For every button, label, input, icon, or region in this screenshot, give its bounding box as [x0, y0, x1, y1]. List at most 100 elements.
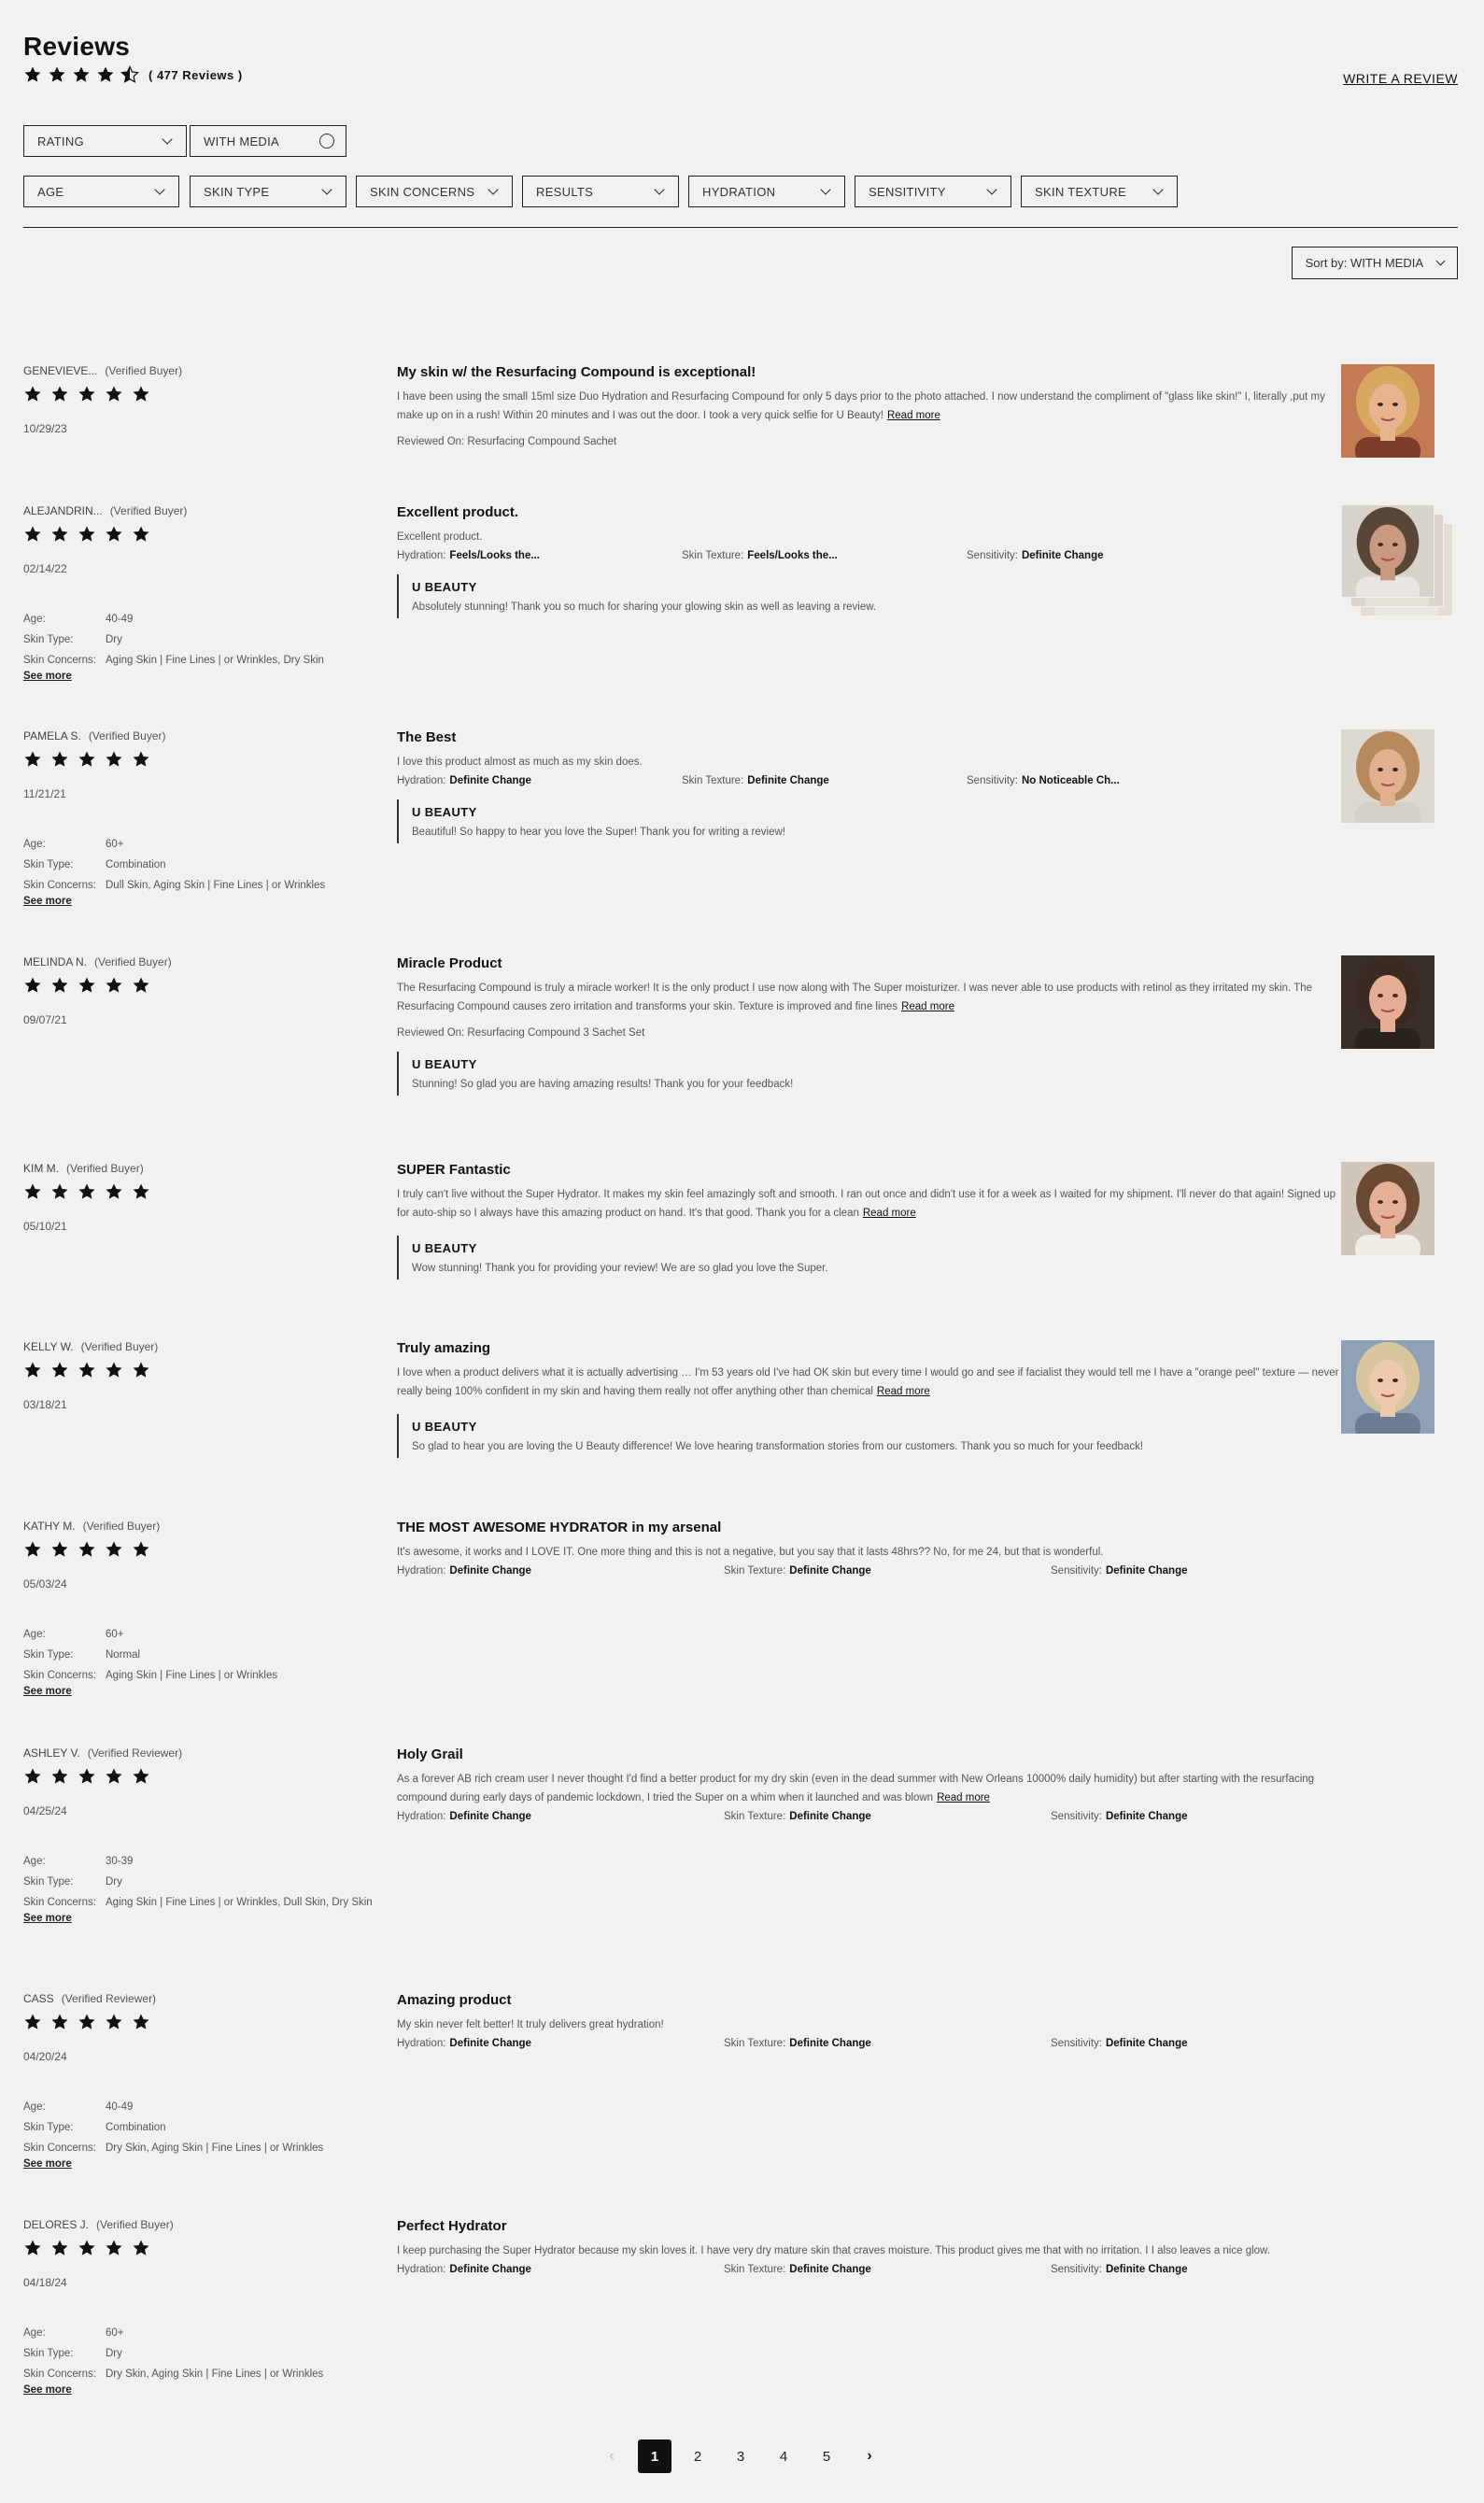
metric-label: Skin Texture:	[682, 550, 744, 561]
metric: Sensitivity: Definite Change	[1051, 1811, 1331, 1822]
filter-with-media[interactable]: WITH MEDIA	[190, 125, 346, 157]
review-body: THE MOST AWESOME HYDRATOR in my arsenal I…	[397, 1520, 1345, 1577]
review-text-content: As a forever AB rich cream user I never …	[397, 1774, 1315, 1803]
review-photo[interactable]	[1341, 1340, 1435, 1434]
review-count: ( 477 Reviews )	[148, 67, 243, 82]
read-more-link[interactable]: Read more	[877, 1386, 930, 1397]
reviewer-name-text: MELINDA N.	[23, 955, 88, 969]
write-review-link[interactable]: WRITE A REVIEW	[1343, 71, 1458, 86]
prev-page-button[interactable]: ‹	[595, 2439, 629, 2473]
review-metrics: Hydration: Definite Change Skin Texture: De…	[397, 775, 1345, 786]
metric: Skin Texture: Definite Change	[724, 2038, 1051, 2049]
review-date: 09/07/21	[23, 1013, 67, 1026]
star-icon	[132, 1182, 150, 1201]
see-more-link[interactable]: See more	[23, 2158, 376, 2170]
attribute-key: Skin Concerns:	[23, 880, 96, 891]
attribute-key: Skin Concerns:	[23, 1670, 96, 1681]
star-icon	[50, 385, 69, 403]
review-photo-stack[interactable]	[1341, 504, 1453, 616]
metric-label: Skin Texture:	[724, 1565, 786, 1577]
see-more-link[interactable]: See more	[23, 896, 376, 907]
filter-skin-type[interactable]: SKIN TYPE	[190, 176, 346, 207]
metric: Hydration: Definite Change	[397, 1811, 724, 1822]
reviewer-attributes: Age: 40-49 Skin Type: Combination Skin Conce…	[23, 2097, 376, 2170]
reviewer-name-text: ASHLEY V.	[23, 1746, 80, 1760]
read-more-link[interactable]: Read more	[937, 1792, 990, 1803]
review-stars	[23, 525, 159, 544]
chevron-down-icon	[162, 134, 173, 145]
review-date: 10/29/23	[23, 422, 67, 435]
read-more-link[interactable]: Read more	[887, 410, 940, 421]
attribute-row: Skin Type: Dry	[23, 2343, 376, 2364]
see-more-link[interactable]: See more	[23, 2384, 376, 2396]
metric-value: Definite Change	[1021, 550, 1104, 561]
attribute-value: Aging Skin | Fine Lines | or Wrinkles, D…	[106, 1897, 373, 1908]
review-title: Holy Grail	[397, 1746, 463, 1762]
review-date: 04/20/24	[23, 2050, 67, 2063]
page-3-button[interactable]: 3	[724, 2439, 757, 2473]
filter-skin-texture[interactable]: SKIN TEXTURE	[1021, 176, 1178, 207]
filter-label: RESULTS	[536, 184, 594, 199]
attribute-row: Skin Type: Dry	[23, 1872, 376, 1892]
metric-value: Definite Change	[449, 775, 531, 786]
radio-circle-icon[interactable]	[319, 134, 334, 148]
star-icon	[132, 2013, 150, 2031]
attribute-row: Age: 30-39	[23, 1851, 376, 1872]
metric-label: Skin Texture:	[724, 2038, 786, 2049]
review-text: I have been using the small 15ml size Du…	[397, 388, 1345, 425]
metric-label: Skin Texture:	[682, 775, 744, 786]
star-icon	[50, 2013, 69, 2031]
page-1-button[interactable]: 1	[638, 2439, 671, 2473]
see-more-link[interactable]: See more	[23, 1686, 376, 1697]
star-icon	[78, 1540, 96, 1559]
next-page-button[interactable]: ›	[853, 2439, 886, 2473]
rating-summary: ( 477 Reviews )	[23, 65, 243, 84]
attribute-key: Age:	[23, 614, 46, 625]
reviewer-name-text: KIM M.	[23, 1162, 59, 1175]
attribute-value: Dry	[106, 1876, 122, 1888]
star-icon	[105, 750, 123, 769]
filter-sensitivity[interactable]: SENSITIVITY	[855, 176, 1011, 207]
review-photo[interactable]	[1341, 1162, 1435, 1255]
filter-age[interactable]: AGE	[23, 176, 179, 207]
sort-dropdown[interactable]: Sort by: WITH MEDIA	[1291, 247, 1458, 279]
attribute-value: Combination	[106, 2122, 166, 2133]
star-icon	[78, 1182, 96, 1201]
read-more-link[interactable]: Read more	[901, 1001, 954, 1012]
star-icon	[105, 2239, 123, 2257]
see-more-link[interactable]: See more	[23, 671, 376, 682]
metric-value: Definite Change	[789, 2038, 871, 2049]
reviewer-attributes: Age: 40-49 Skin Type: Dry Skin Concerns: Agin…	[23, 609, 376, 682]
attribute-value: Aging Skin | Fine Lines | or Wrinkles	[106, 1670, 278, 1681]
attribute-row: Age: 60+	[23, 834, 376, 855]
see-more-link[interactable]: See more	[23, 1913, 376, 1924]
filter-skin-concerns[interactable]: SKIN CONCERNS	[356, 176, 513, 207]
review-photo[interactable]	[1341, 729, 1435, 823]
star-icon	[23, 65, 42, 84]
review-text: I love when a product delivers what it i…	[397, 1364, 1345, 1401]
review-title: Miracle Product	[397, 955, 502, 971]
page-2-button[interactable]: 2	[681, 2439, 714, 2473]
review-date: 11/21/21	[23, 787, 66, 800]
brand-response-text: Stunning! So glad you are having amazing…	[412, 1079, 794, 1090]
metric-value: Definite Change	[1105, 2038, 1188, 2049]
brand-response-text: So glad to hear you are loving the U Bea…	[412, 1441, 1144, 1452]
review-photo[interactable]	[1341, 955, 1435, 1049]
page-5-button[interactable]: 5	[810, 2439, 843, 2473]
attribute-value: Dry Skin, Aging Skin | Fine Lines | or W…	[106, 2369, 324, 2380]
verified-badge: (Verified Buyer)	[109, 504, 188, 517]
attribute-value: 40-49	[106, 2101, 134, 2113]
filter-rating[interactable]: RATING	[23, 125, 187, 157]
review-title: My skin w/ the Resurfacing Compound is e…	[397, 364, 756, 380]
page-4-button[interactable]: 4	[767, 2439, 800, 2473]
attribute-value: Dry Skin, Aging Skin | Fine Lines | or W…	[106, 2142, 324, 2154]
chevron-down-icon	[488, 184, 499, 195]
review-date: 03/18/21	[23, 1398, 67, 1411]
sort-label: Sort by: WITH MEDIA	[1305, 256, 1423, 270]
review-photo[interactable]	[1341, 364, 1435, 458]
metric-value: Definite Change	[1105, 1565, 1188, 1577]
read-more-link[interactable]: Read more	[863, 1208, 916, 1219]
filter-hydration[interactable]: HYDRATION	[688, 176, 845, 207]
filter-results[interactable]: RESULTS	[522, 176, 679, 207]
star-icon	[132, 1540, 150, 1559]
